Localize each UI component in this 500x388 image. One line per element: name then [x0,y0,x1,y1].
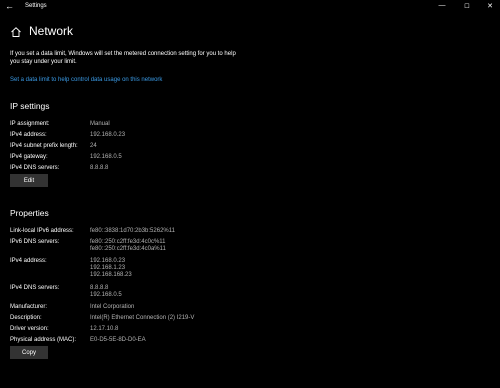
row-label: IPv6 DNS servers: [10,239,60,245]
row-value: fe80::3838:1d70:2b3b:5262%11 [90,228,175,234]
maximize-button[interactable]: ☐ [457,3,477,10]
data-limit-description: If you set a data limit, Windows will se… [10,51,236,65]
row-value: 8.8.8.8 192.168.0.5 [90,285,122,298]
row-value: Intel(R) Ethernet Connection (2) I219-V [90,315,195,321]
row-label: Description: [10,315,42,321]
row-value: 192.168.0.5 [90,154,122,160]
row-value: Manual [90,121,110,127]
properties-heading: Properties [10,208,49,218]
row-value: 192.168.0.23 [90,132,126,138]
row-value: E0-D5-5E-8D-D0-EA [90,337,146,343]
window-title: Settings [25,3,47,9]
copy-button[interactable]: Copy [10,346,48,359]
title-bar: ← Settings — ☐ ✕ [0,0,500,14]
row-label: IPv4 address: [10,132,47,138]
row-value: 192.168.0.23 192.168.1.23 192.168.168.23 [90,258,132,278]
home-icon [11,27,21,37]
row-label: Manufacturer: [10,304,48,310]
row-label: IPv4 gateway: [10,154,48,160]
row-value: fe80::250:c2ff:fe3d:4c0c%11 fe80::250:c2… [90,239,166,252]
row-label: Driver version: [10,326,49,332]
row-label: IPv4 DNS servers: [10,165,60,171]
row-label: IPv4 address: [10,258,47,264]
row-label: Link-local IPv6 address: [10,228,74,234]
row-label: IPv4 subnet prefix length: [10,143,78,149]
page-title: Network [29,24,74,38]
row-value: 8.8.8.8 [90,165,109,171]
ip-settings-heading: IP settings [10,101,50,111]
edit-button[interactable]: Edit [10,174,48,187]
row-label: IPv4 DNS servers: [10,285,60,291]
row-value: Intel Corporation [90,304,135,310]
close-button[interactable]: ✕ [480,2,500,10]
set-data-limit-link[interactable]: Set a data limit to help control data us… [10,77,162,83]
row-label: Physical address (MAC): [10,337,77,343]
row-label: IP assignment: [10,121,50,127]
row-value: 24 [90,143,97,149]
back-arrow-icon[interactable]: ← [5,1,14,11]
minimize-button[interactable]: — [432,2,452,9]
row-value: 12.17.10.8 [90,326,119,332]
